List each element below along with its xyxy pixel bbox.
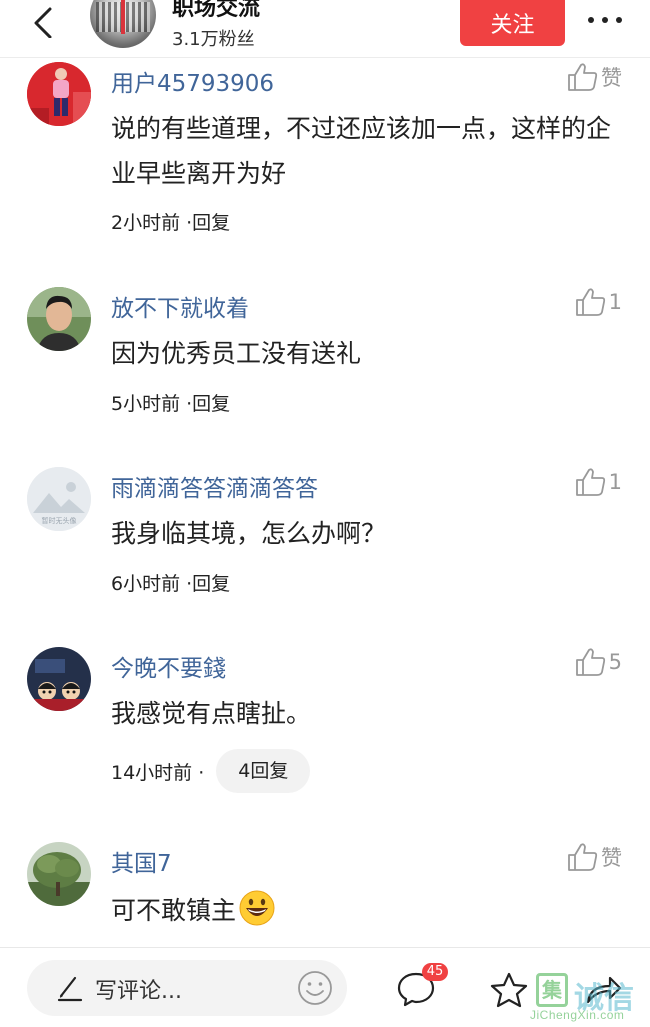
like-button[interactable]: 赞 [567,62,622,92]
comment-meta: 14小时前 · 4回复 [111,749,311,793]
comment-time: 2小时前 · [111,212,193,234]
thumbs-up-icon [575,468,605,496]
comment-author[interactable]: 放不下就收着 [111,289,249,323]
thumbs-up-icon [568,843,598,871]
more-options-icon[interactable] [585,10,625,30]
comment-text: 我身临其境，怎么办啊？ [111,519,387,548]
comment-input[interactable]: 写评论... [27,960,347,1016]
comment-author[interactable]: 其国7 [111,844,172,878]
back-arrow-icon[interactable] [30,6,58,38]
follower-count: 3.1万粉丝 [172,29,255,50]
comment-text-content: 可不敢镇主 [111,896,237,925]
like-count: 赞 [601,846,622,870]
comment-count-badge: 45 [422,963,448,981]
comment-text: 说的有些道理，不过还应该加一点，这样的企业早些离开为好 [111,114,612,188]
like-count: 赞 [601,66,622,90]
follow-button[interactable]: 关注 [460,0,565,46]
like-button[interactable]: 1 [575,287,622,317]
channel-avatar[interactable] [90,0,156,48]
share-arrow-icon[interactable] [584,974,622,1006]
comment-author[interactable]: 雨滴滴答答滴滴答答 [111,469,318,503]
comment-text: 因为优秀员工没有送礼 [111,339,362,368]
comment-input-placeholder: 写评论... [95,979,182,1004]
grinning-face-emoji-icon [239,890,275,926]
thumbs-up-icon [575,288,605,316]
comment-meta: 6小时前 · 回复 [111,569,230,596]
like-button[interactable]: 赞 [567,842,622,872]
comment-time: 6小时前 · [111,573,193,595]
pen-icon [57,976,83,1002]
watermark-logo: 集 [536,973,568,1007]
avatar-caption: 暂时无头像 [42,516,77,525]
reply-link[interactable]: 回复 [192,569,230,596]
user-avatar[interactable] [27,842,91,906]
user-avatar[interactable] [27,287,91,351]
watermark-url: JiChengXin.com [530,1008,625,1022]
comment-time: 5小时前 · [111,393,193,415]
thumbs-up-icon [575,648,605,676]
favorite-star-icon[interactable] [489,971,529,1009]
reply-link[interactable]: 回复 [192,208,230,235]
like-button[interactable]: 1 [575,467,622,497]
like-count: 5 [608,650,622,674]
comment-text: 可不敢镇主 [111,888,611,933]
view-replies-button[interactable]: 4回复 [216,749,311,793]
user-avatar[interactable] [27,62,91,126]
comment-author[interactable]: 用户45793906 [111,64,274,98]
like-button[interactable]: 5 [575,647,622,677]
bottom-action-bar: 写评论... 45 集 诚信 JiChengXin.com [0,947,650,1027]
like-count: 1 [608,470,622,494]
thumbs-up-icon [568,63,598,91]
comment-meta: 5小时前 · 回复 [111,389,230,416]
user-avatar[interactable]: 暂时无头像 [27,467,91,531]
channel-title[interactable]: 职场交流 [172,0,260,24]
comment-time: 14小时前 · [111,761,205,784]
comment-meta: 2小时前 · 回复 [111,208,230,235]
user-avatar[interactable] [27,647,91,711]
top-bar: 职场交流 3.1万粉丝 关注 [0,0,650,58]
comment-author[interactable]: 今晚不要錢 [111,649,226,683]
emoji-picker-icon[interactable] [297,970,333,1006]
like-count: 1 [608,290,622,314]
comment-text: 我感觉有点瞎扯。 [111,699,312,728]
reply-link[interactable]: 回复 [192,389,230,416]
